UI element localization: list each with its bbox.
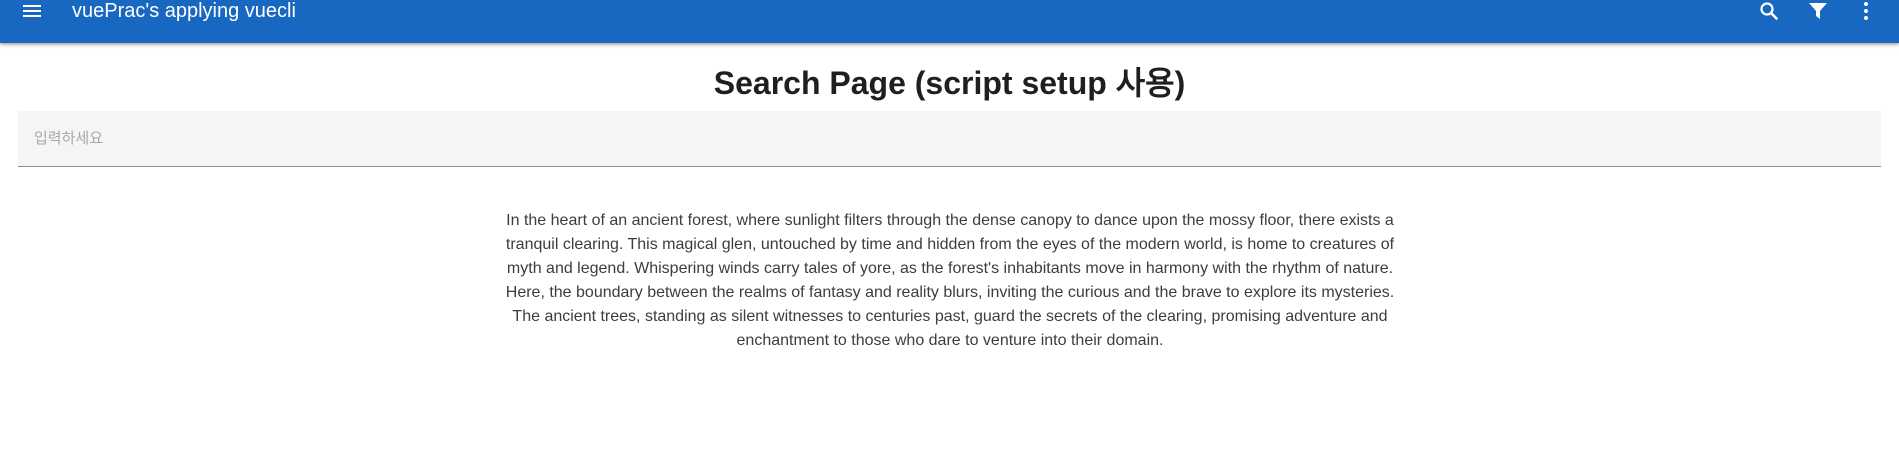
description-text: In the heart of an ancient forest, where… (505, 212, 1395, 349)
nav-drawer-button[interactable] (18, 0, 46, 22)
app-title: vuePrac's applying vuecli (72, 0, 296, 22)
magnify-icon (1760, 2, 1778, 20)
filter-icon (1809, 3, 1827, 19)
page-title: Search Page (script setup 사용) (713, 65, 1186, 101)
app-bar: vuePrac's applying vuecli (0, 0, 1899, 43)
search-button[interactable] (1755, 0, 1783, 22)
more-button[interactable] (1852, 0, 1880, 22)
menu-icon (23, 5, 41, 17)
search-field[interactable] (18, 111, 1881, 167)
dots-vertical-icon (1864, 2, 1868, 20)
search-input[interactable] (18, 111, 1881, 166)
filter-button[interactable] (1804, 0, 1832, 22)
main-content: Search Page (script setup 사용) In the hea… (0, 43, 1899, 470)
